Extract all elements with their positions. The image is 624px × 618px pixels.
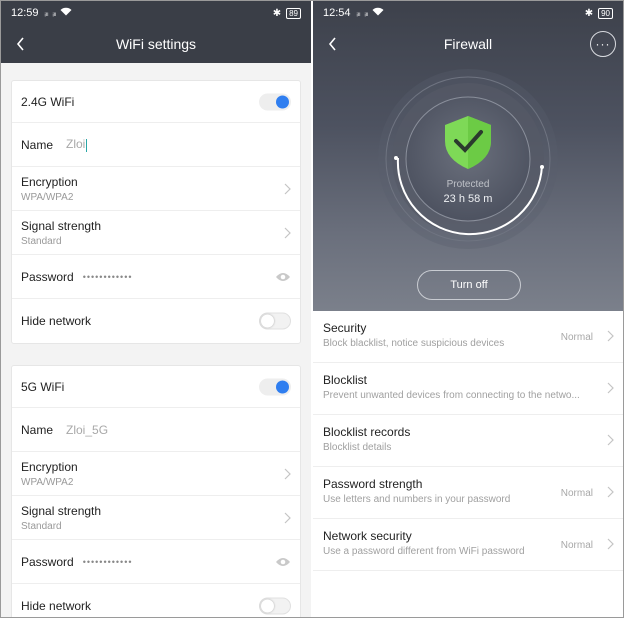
password-field[interactable]: ••••••••••••	[83, 272, 133, 282]
item-description: Block blacklist, notice suspicious devic…	[323, 338, 505, 349]
list-item-blocklist-records[interactable]: Blocklist records Blocklist details	[313, 415, 623, 467]
name-label: Name	[21, 137, 54, 152]
back-arrow-icon	[328, 37, 336, 51]
password-field[interactable]: ••••••••••••	[83, 557, 133, 567]
signal-icon: ᵢₗₗ	[44, 8, 49, 18]
wifi-5g-label: 5G WiFi	[21, 379, 65, 394]
chevron-right-icon	[607, 330, 614, 342]
name-input[interactable]: Zloi_5G	[66, 423, 108, 437]
name-label: Name	[21, 422, 54, 437]
turn-off-button[interactable]: Turn off	[417, 270, 521, 300]
firewall-screen: 12:54 ᵢₗₗ ᵢₗₗ ✱ 90 Firewall ··· Protecte…	[313, 1, 623, 617]
signal-strength-row[interactable]: Signal strength Standard	[12, 496, 300, 540]
chevron-right-icon	[607, 434, 614, 446]
encryption-label: Encryption	[21, 174, 78, 189]
item-state: Normal	[560, 332, 593, 343]
wifi-icon	[372, 7, 384, 19]
password-label: Password	[21, 554, 74, 569]
item-title: Blocklist	[323, 373, 368, 387]
page-title: WiFi settings	[115, 36, 197, 52]
wifi-icon	[60, 7, 72, 19]
status-time: 12:59	[11, 7, 39, 19]
signal-icon-2: ᵢₗₗ	[52, 8, 57, 18]
item-state: Normal	[560, 488, 593, 499]
item-description: Use a password different from WiFi passw…	[323, 546, 525, 557]
encryption-row[interactable]: Encryption WPA/WPA2	[12, 167, 300, 211]
signal-strength-label: Signal strength	[21, 503, 102, 518]
chevron-right-icon	[284, 468, 291, 480]
encryption-label: Encryption	[21, 459, 78, 474]
wifi-24-label: 2.4G WiFi	[21, 94, 75, 109]
item-description: Prevent unwanted devices from connecting…	[323, 390, 580, 401]
signal-strength-row[interactable]: Signal strength Standard	[12, 211, 300, 255]
bluetooth-icon: ✱	[584, 7, 594, 19]
wifi-5g-toggle[interactable]	[259, 378, 291, 395]
firewall-options-list: Security Block blacklist, notice suspici…	[313, 311, 623, 571]
encryption-value: WPA/WPA2	[21, 476, 74, 488]
signal-icon-2: ᵢₗₗ	[364, 8, 369, 18]
password-row[interactable]: Password ••••••••••••	[12, 540, 300, 584]
hide-network-label: Hide network	[21, 314, 92, 328]
hide-network-toggle[interactable]	[259, 312, 291, 330]
app-bar: Firewall ···	[313, 25, 623, 63]
item-title: Blocklist records	[323, 425, 411, 439]
item-description: Use letters and numbers in your password	[323, 494, 511, 505]
wifi-5g-card: 5G WiFi Name Zloi_5G Encryption WPA/WPA2…	[11, 365, 301, 617]
chevron-right-icon	[284, 183, 291, 195]
wifi-24-row: 2.4G WiFi	[12, 81, 300, 123]
protected-duration: 23 h 58 m	[443, 193, 493, 205]
chevron-right-icon	[607, 538, 614, 550]
name-row[interactable]: Name Zloi_5G	[12, 408, 300, 452]
status-bar: 12:54 ᵢₗₗ ᵢₗₗ ✱ 90	[313, 1, 623, 25]
eye-icon[interactable]	[275, 272, 291, 282]
chevron-right-icon	[607, 486, 614, 498]
wifi-24-card: 2.4G WiFi Name Zloi Encryption WPA/WPA2 …	[11, 80, 301, 344]
encryption-value: WPA/WPA2	[21, 191, 74, 203]
chevron-right-icon	[284, 227, 291, 239]
status-bar: 12:59 ᵢₗₗ ᵢₗₗ ✱ 89	[1, 1, 311, 25]
protected-label: Protected	[446, 179, 490, 190]
hide-network-toggle[interactable]	[259, 597, 291, 615]
item-state: Normal	[560, 540, 593, 551]
page-title: Firewall	[443, 36, 493, 52]
signal-strength-value: Standard	[21, 235, 62, 247]
name-input[interactable]: Zloi	[66, 137, 88, 152]
wifi-settings-screen: 12:59 ᵢₗₗ ᵢₗₗ ✱ 89 WiFi settings 2.4G Wi…	[1, 1, 311, 617]
status-time: 12:54	[323, 7, 351, 19]
signal-icon: ᵢₗₗ	[356, 8, 361, 18]
list-item-blocklist[interactable]: Blocklist Prevent unwanted devices from …	[313, 363, 623, 415]
bluetooth-icon: ✱	[272, 7, 282, 19]
hide-network-row: Hide network	[12, 299, 300, 343]
hide-network-row: Hide network	[12, 584, 300, 617]
hide-network-label: Hide network	[21, 599, 92, 613]
signal-strength-value: Standard	[21, 520, 62, 532]
back-button[interactable]	[1, 25, 41, 63]
back-arrow-icon	[16, 37, 24, 51]
battery-icon: 90	[598, 7, 613, 19]
signal-strength-label: Signal strength	[21, 218, 102, 233]
wifi-5g-row: 5G WiFi	[12, 366, 300, 408]
battery-icon: 89	[286, 7, 301, 19]
chevron-right-icon	[607, 382, 614, 394]
wifi-24-toggle[interactable]	[259, 93, 291, 110]
password-label: Password	[21, 269, 74, 284]
firewall-hero: 12:54 ᵢₗₗ ᵢₗₗ ✱ 90 Firewall ··· Protecte…	[313, 1, 623, 311]
list-item-password-strength[interactable]: Password strength Use letters and number…	[313, 467, 623, 519]
eye-icon[interactable]	[275, 557, 291, 567]
back-button[interactable]	[313, 25, 353, 63]
password-row[interactable]: Password ••••••••••••	[12, 255, 300, 299]
app-bar: WiFi settings	[1, 25, 311, 63]
more-options-button[interactable]: ···	[590, 31, 616, 57]
chevron-right-icon	[284, 512, 291, 524]
list-item-network-security[interactable]: Network security Use a password differen…	[313, 519, 623, 571]
item-description: Blocklist details	[323, 442, 392, 453]
name-row[interactable]: Name Zloi	[12, 123, 300, 167]
list-item-security[interactable]: Security Block blacklist, notice suspici…	[313, 311, 623, 363]
encryption-row[interactable]: Encryption WPA/WPA2	[12, 452, 300, 496]
